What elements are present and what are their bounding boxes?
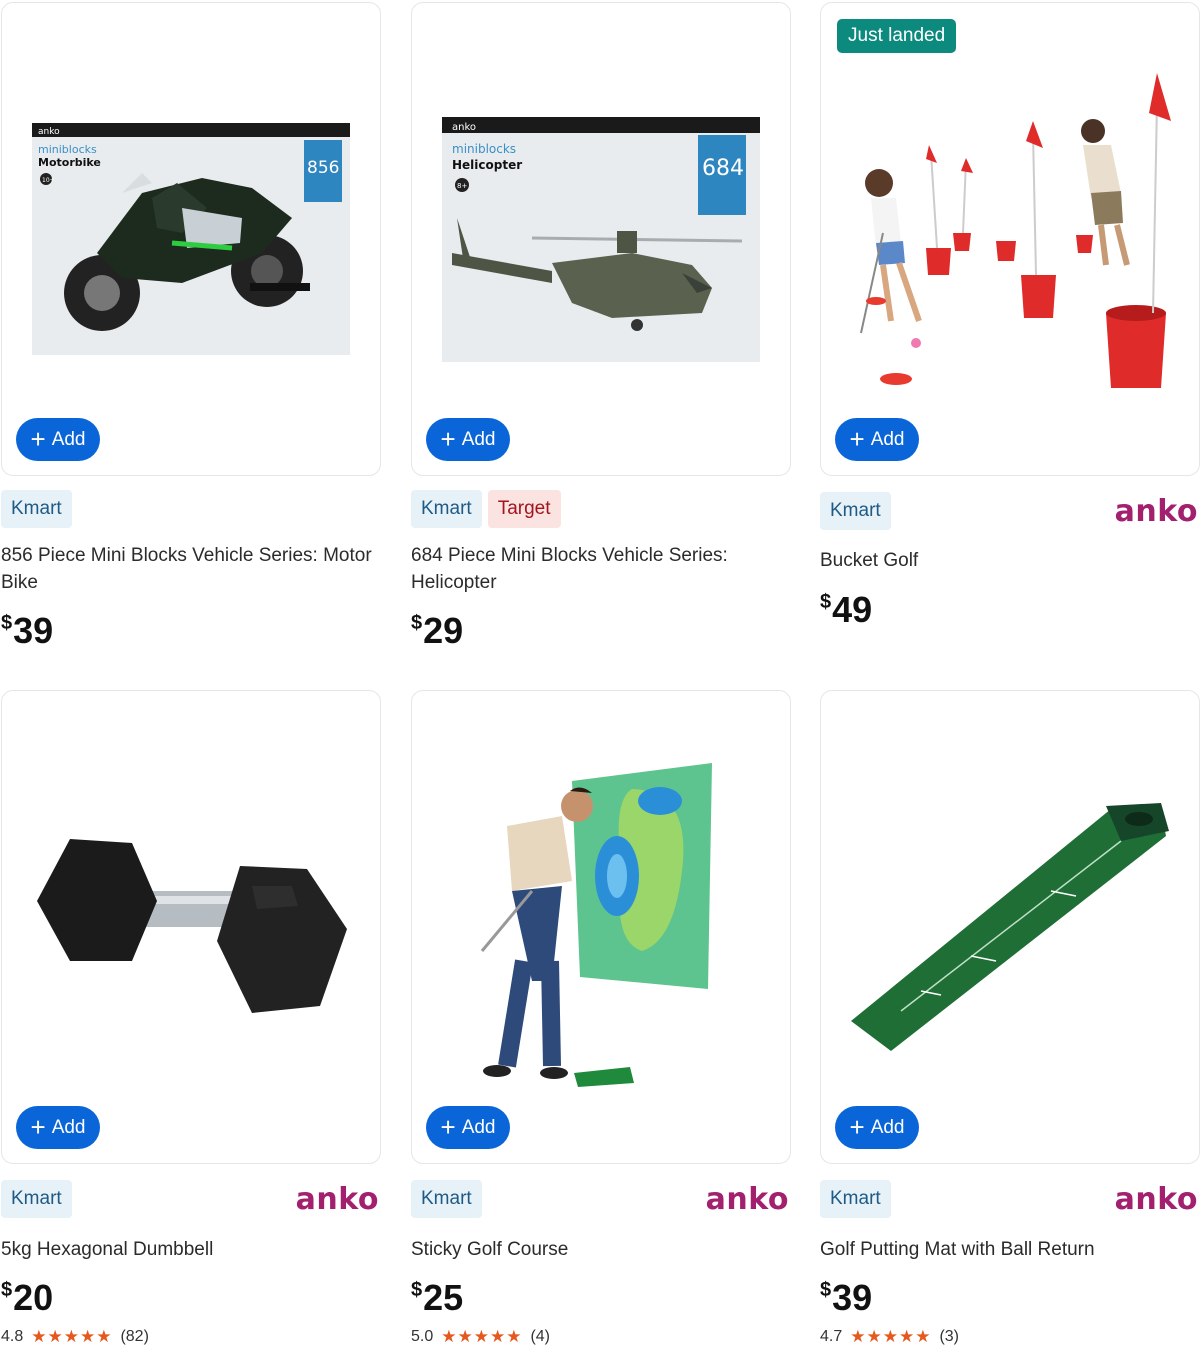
brand-logo-anko[interactable]: anko	[1115, 494, 1198, 529]
add-to-cart-button[interactable]: + Add	[835, 418, 919, 461]
product-price: $20	[1, 1277, 54, 1318]
review-count: (82)	[120, 1328, 149, 1345]
product-rating[interactable]: 4.7 ★★★★★ (3)	[820, 1327, 959, 1347]
store-tags: Kmart	[1, 490, 72, 528]
product-title[interactable]: Bucket Golf	[820, 547, 1198, 574]
product-title[interactable]: Golf Putting Mat with Ball Return	[820, 1236, 1198, 1263]
store-tag-kmart[interactable]: Kmart	[1, 1180, 72, 1218]
star-rating-icon: ★★★★★	[441, 1327, 523, 1346]
putting-mat-image	[851, 803, 1169, 1051]
star-rating-icon: ★★★★★	[31, 1327, 113, 1346]
box-series: miniblocks	[452, 142, 516, 156]
sticky-golf-image	[480, 763, 712, 1087]
product-title[interactable]: 684 Piece Mini Blocks Vehicle Series: He…	[411, 542, 789, 596]
rating-value: 5.0	[411, 1328, 434, 1345]
store-tags: Kmart Target	[411, 490, 561, 528]
plus-icon: +	[440, 1111, 456, 1142]
star-rating-icon: ★★★★★	[850, 1327, 932, 1346]
product-rating[interactable]: 4.8 ★★★★★ (82)	[1, 1327, 149, 1347]
review-count: (3)	[939, 1328, 960, 1345]
add-to-cart-button[interactable]: + Add	[426, 1106, 510, 1149]
product-image-dumbbell[interactable]: + Add	[1, 690, 381, 1164]
brand-logo-anko[interactable]: anko	[706, 1182, 789, 1217]
add-to-cart-button[interactable]: + Add	[426, 418, 510, 461]
store-tag-kmart[interactable]: Kmart	[411, 490, 482, 528]
add-to-cart-button[interactable]: + Add	[16, 1106, 100, 1149]
product-price: $39	[1, 610, 54, 651]
product-image-sticky-golf[interactable]: + Add	[411, 690, 791, 1164]
product-price: $39	[820, 1277, 873, 1318]
add-to-cart-button[interactable]: + Add	[16, 418, 100, 461]
store-tag-kmart[interactable]: Kmart	[820, 492, 891, 530]
box-series: miniblocks	[38, 143, 97, 156]
box-age: 10+	[42, 177, 55, 184]
product-image-motorbike[interactable]: anko miniblocks Motorbike 10+ 856 + Add	[1, 2, 381, 476]
box-name: Helicopter	[452, 158, 522, 172]
just-landed-badge: Just landed	[837, 19, 957, 53]
product-price: $49	[820, 589, 873, 630]
store-tags: Kmart	[1, 1180, 72, 1218]
helicopter-box-image: anko miniblocks Helicopter 8+ 684	[442, 117, 760, 362]
plus-icon: +	[849, 1111, 865, 1142]
rating-value: 4.7	[820, 1328, 843, 1345]
product-rating[interactable]: 5.0 ★★★★★ (4)	[411, 1327, 550, 1347]
store-tags: Kmart	[820, 1180, 891, 1218]
product-title[interactable]: 856 Piece Mini Blocks Vehicle Series: Mo…	[1, 542, 379, 596]
review-count: (4)	[530, 1328, 551, 1345]
product-price: $29	[411, 610, 464, 651]
store-tag-kmart[interactable]: Kmart	[411, 1180, 482, 1218]
brand-logo-anko[interactable]: anko	[1115, 1182, 1198, 1217]
box-pieces: 856	[307, 158, 339, 178]
plus-icon: +	[30, 423, 46, 454]
store-tag-target[interactable]: Target	[487, 490, 561, 528]
plus-icon: +	[849, 423, 865, 454]
brand-logo-anko[interactable]: anko	[296, 1182, 379, 1217]
product-title[interactable]: 5kg Hexagonal Dumbbell	[1, 1236, 379, 1263]
product-image-bucket-golf[interactable]: Just landed + Add	[820, 2, 1200, 476]
box-age: 8+	[457, 182, 467, 190]
box-brand: anko	[38, 127, 60, 137]
product-price: $25	[411, 1277, 464, 1318]
bucket-golf-image	[860, 73, 1171, 388]
product-image-putting-mat[interactable]: + Add	[820, 690, 1200, 1164]
product-title[interactable]: Sticky Golf Course	[411, 1236, 789, 1263]
store-tags: Kmart	[411, 1180, 482, 1218]
dumbbell-image	[37, 839, 347, 1013]
box-brand: anko	[452, 122, 476, 133]
plus-icon: +	[30, 1111, 46, 1142]
motorbike-box-image: anko miniblocks Motorbike 10+ 856	[32, 123, 350, 355]
add-to-cart-button[interactable]: + Add	[835, 1106, 919, 1149]
store-tags: Kmart	[820, 492, 891, 530]
box-pieces: 684	[702, 156, 744, 181]
plus-icon: +	[440, 423, 456, 454]
store-tag-kmart[interactable]: Kmart	[820, 1180, 891, 1218]
box-name: Motorbike	[38, 156, 101, 169]
product-image-helicopter[interactable]: anko miniblocks Helicopter 8+ 684 + Add	[411, 2, 791, 476]
store-tag-kmart[interactable]: Kmart	[1, 490, 72, 528]
rating-value: 4.8	[1, 1328, 24, 1345]
